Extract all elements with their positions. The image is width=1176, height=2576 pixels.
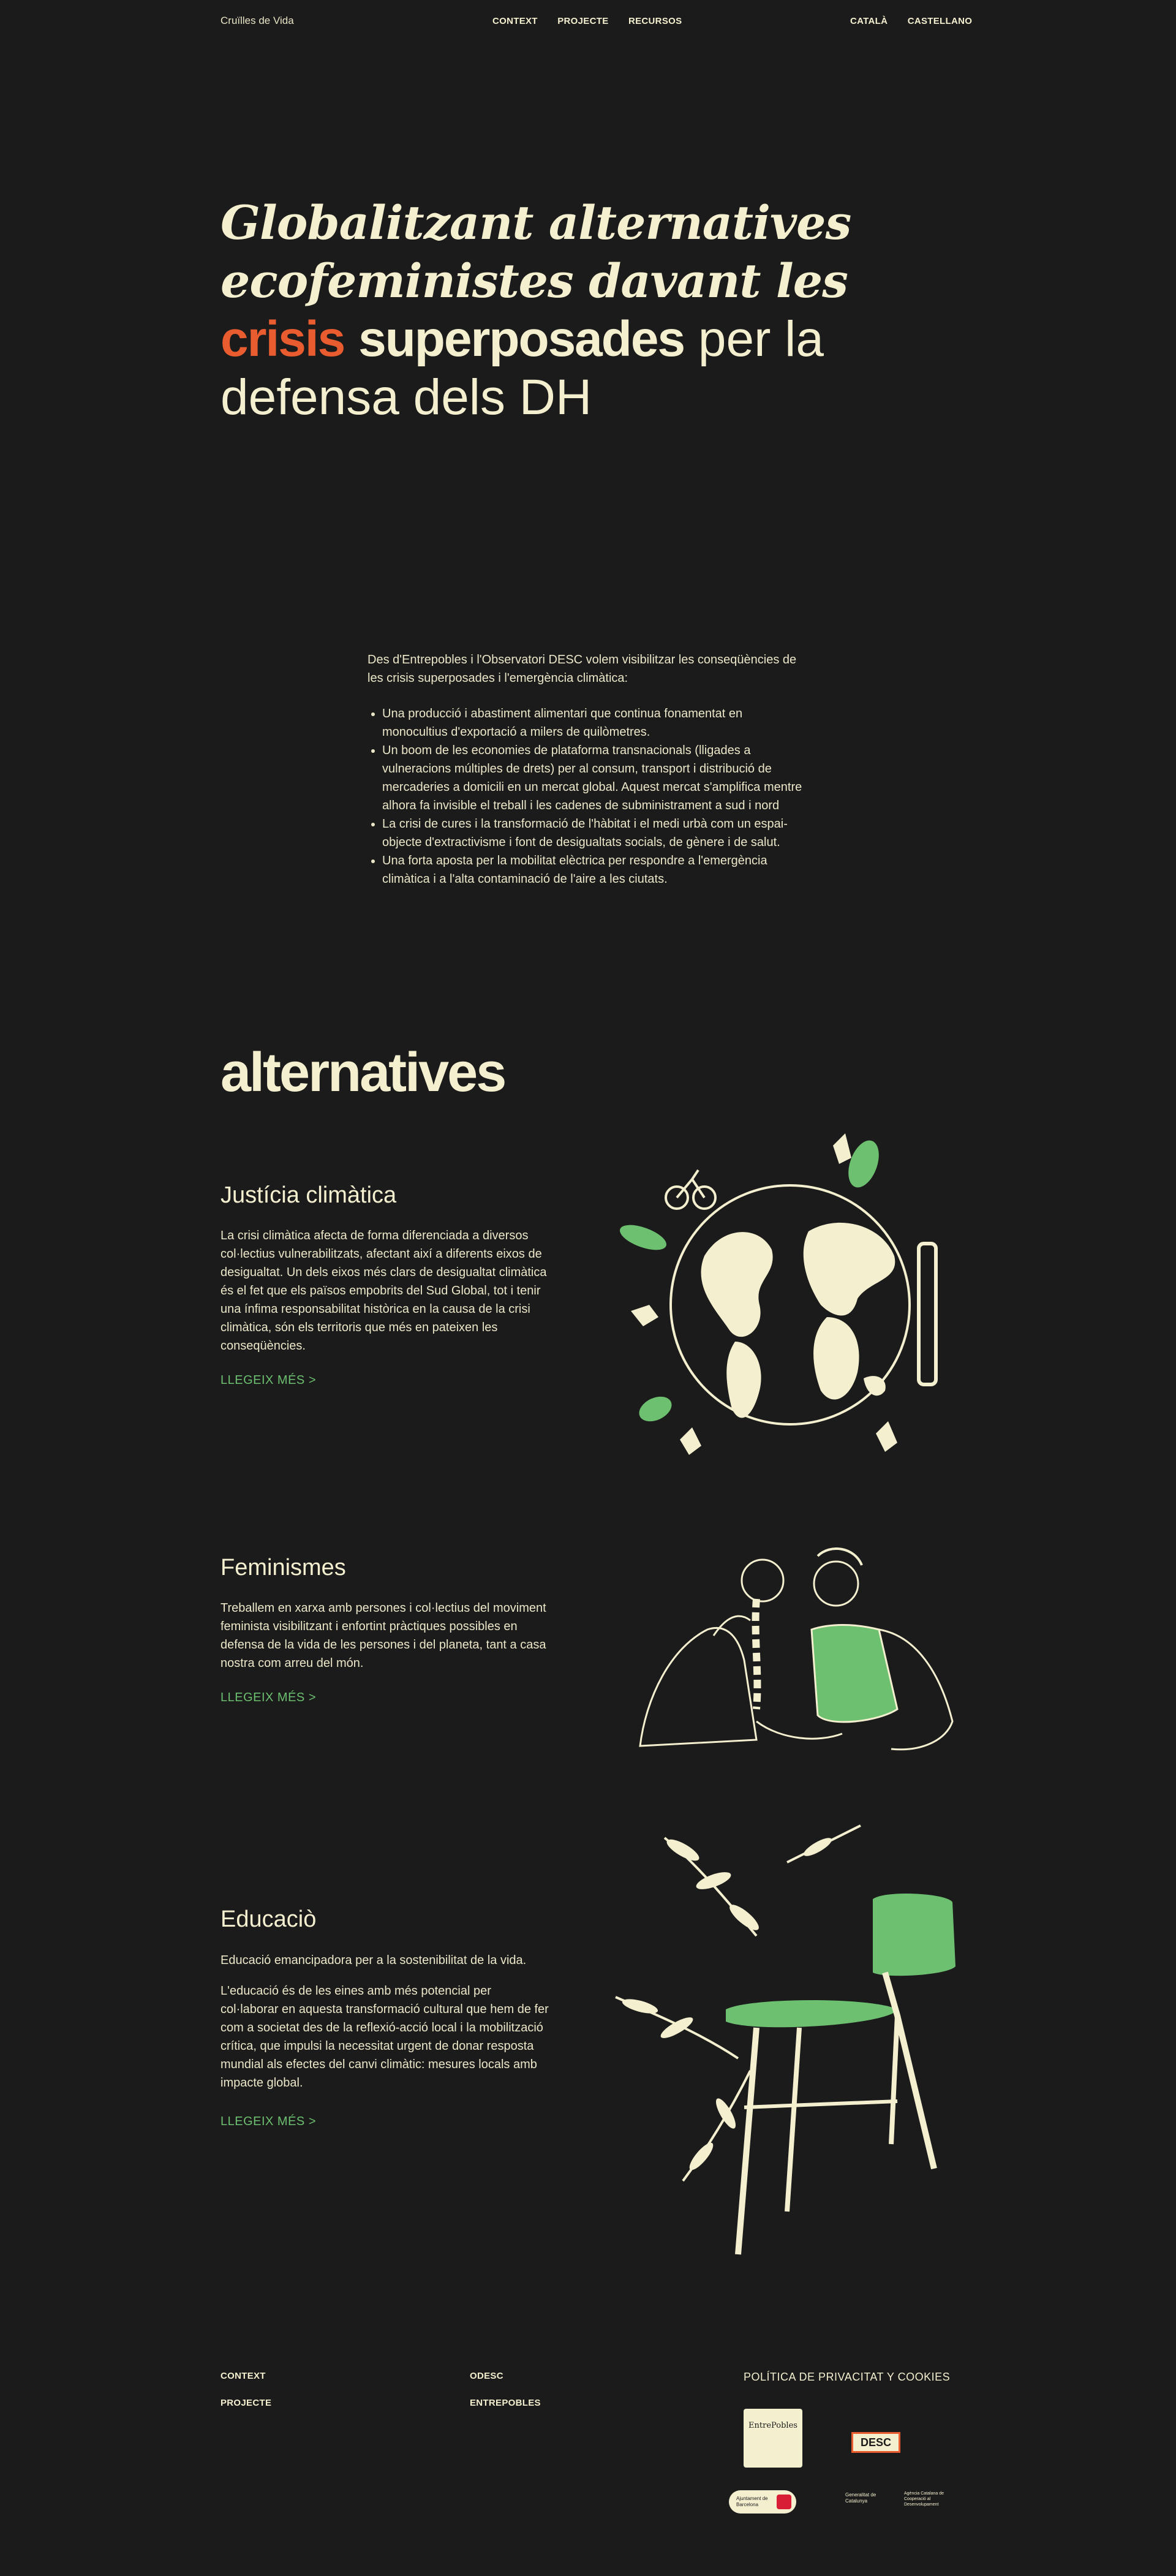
generalitat-logo[interactable]: Generalitat de Catalunya bbox=[845, 2492, 894, 2504]
footer-context-link[interactable]: CONTEXT bbox=[221, 2371, 266, 2381]
section-paragraph: L'educació és de les eines amb més poten… bbox=[221, 1984, 549, 2090]
read-more-feminismes[interactable]: LLEGEIX MÉS > bbox=[221, 1691, 316, 1705]
hero-line-1: Globalitzant alternatives bbox=[221, 195, 851, 250]
hero-line-2: ecofeministes davant les bbox=[221, 254, 848, 308]
chair-plants-illustration bbox=[615, 1824, 956, 2255]
nav-context[interactable]: CONTEXT bbox=[492, 16, 538, 26]
intro-bullet: La crisi de cures i la transformació de … bbox=[382, 815, 809, 852]
footer-projecte-link[interactable]: PROJECTE bbox=[221, 2398, 271, 2408]
section-paragraph: Educació emancipadora per a la sostenibi… bbox=[221, 1954, 527, 1967]
privacy-policy-link[interactable]: POLÍTICA DE PRIVACITAT Y COOKIES bbox=[744, 2371, 950, 2384]
lang-catala[interactable]: CATALÀ bbox=[850, 16, 888, 26]
nav-recursos[interactable]: RECURSOS bbox=[628, 16, 682, 26]
earth-illustration bbox=[620, 1133, 938, 1455]
hero-superposades: superposades bbox=[358, 311, 685, 367]
barcelona-mark-icon bbox=[777, 2495, 791, 2509]
footer-odesc-link[interactable]: ODESC bbox=[470, 2371, 503, 2381]
nav-projecte[interactable]: PROJECTE bbox=[557, 16, 608, 26]
language-switcher: CATALÀ CASTELLANO bbox=[842, 16, 972, 26]
main-nav: CONTEXT PROJECTE RECURSOS bbox=[484, 16, 690, 26]
intro-bullet: Una producció i abastiment alimentari qu… bbox=[382, 704, 809, 741]
alternatives-title: alternatives bbox=[221, 1042, 507, 1103]
hero-line-3: crisis superposades per la bbox=[221, 310, 894, 368]
footer-entrepobles-link[interactable]: ENTREPOBLES bbox=[470, 2398, 541, 2408]
entrepobles-logo[interactable]: EntrePobles bbox=[744, 2409, 802, 2468]
section-text-justicia: La crisi climàtica afecta de forma difer… bbox=[221, 1226, 551, 1367]
site-brand[interactable]: Cruïlles de Vida bbox=[221, 15, 294, 27]
hero-crisis: crisis bbox=[221, 311, 345, 367]
accd-logo[interactable]: Agència Catalana de Cooperació al Desenv… bbox=[904, 2491, 956, 2507]
intro-list: Una producció i abastiment alimentari qu… bbox=[368, 704, 809, 888]
section-text-educacio: Educació emancipadora per a la sostenibi… bbox=[221, 1951, 551, 2104]
section-title-justicia: Justícia climàtica bbox=[221, 1182, 397, 1208]
intro-lead: Des d'Entrepobles i l'Observatori DESC v… bbox=[368, 653, 797, 685]
two-women-illustration bbox=[639, 1547, 954, 1751]
intro-bullet: Una forta aposta per la mobilitat elèctr… bbox=[382, 852, 809, 888]
intro-bullet: Un boom de les economies de plataforma t… bbox=[382, 741, 809, 815]
intro-text: Des d'Entrepobles i l'Observatori DESC v… bbox=[368, 651, 809, 888]
section-paragraph: Treballem en xarxa amb persones i col·le… bbox=[221, 1601, 546, 1670]
lang-castellano[interactable]: CASTELLANO bbox=[908, 16, 973, 26]
barcelona-logo-text: Ajuntament de Barcelona bbox=[736, 2496, 768, 2507]
section-text-feminismes: Treballem en xarxa amb persones i col·le… bbox=[221, 1599, 551, 1685]
section-title-feminismes: Feminismes bbox=[221, 1555, 346, 1581]
read-more-justicia[interactable]: LLEGEIX MÉS > bbox=[221, 1373, 316, 1388]
section-paragraph: La crisi climàtica afecta de forma difer… bbox=[221, 1229, 547, 1353]
desc-logo[interactable]: DESC bbox=[851, 2432, 900, 2453]
read-more-educacio[interactable]: LLEGEIX MÉS > bbox=[221, 2115, 316, 2129]
hero-heading: Globalitzant alternatives ecofeministes … bbox=[221, 194, 894, 426]
hero-line-4: defensa dels DH bbox=[221, 369, 592, 425]
hero-per-la: per la bbox=[698, 311, 824, 367]
section-title-educacio: Educaciò bbox=[221, 1906, 317, 1932]
